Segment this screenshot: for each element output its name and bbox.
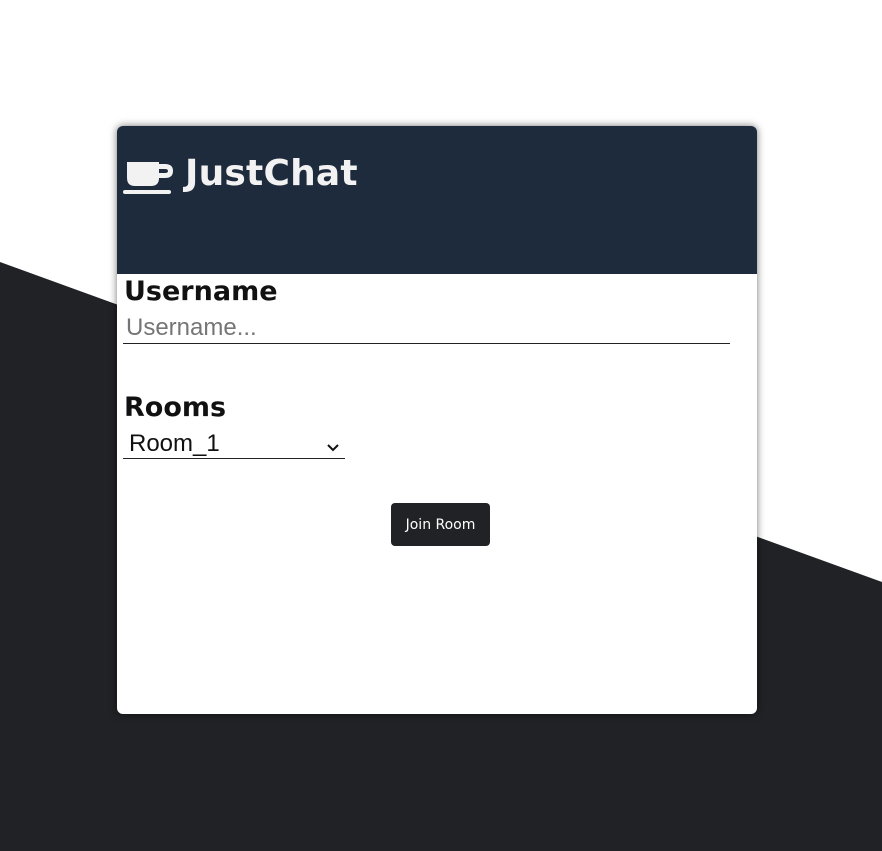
login-card: JustChat Username Rooms Room_1 Join Room — [117, 126, 757, 714]
rooms-label: Rooms — [124, 392, 227, 423]
rooms-select[interactable]: Room_1 — [123, 428, 345, 459]
app-title: JustChat — [185, 153, 358, 194]
chevron-down-icon — [327, 438, 339, 452]
card-header: JustChat — [117, 126, 757, 274]
join-room-button[interactable]: Join Room — [391, 503, 490, 546]
rooms-select-value: Room_1 — [129, 430, 220, 457]
coffee-cup-icon — [123, 158, 175, 198]
username-label: Username — [124, 276, 278, 307]
username-input[interactable] — [123, 312, 730, 344]
